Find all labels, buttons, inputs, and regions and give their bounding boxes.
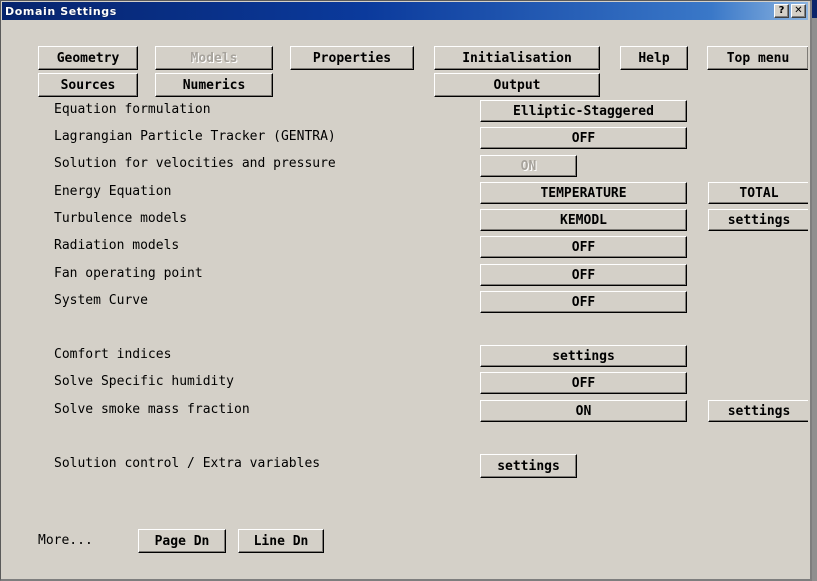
label-solve-specific-humidity: Solve Specific humidity [54, 374, 234, 389]
close-button[interactable]: ✕ [791, 4, 806, 18]
value-equation-formulation[interactable]: Elliptic-Staggered [480, 100, 687, 122]
label-lagrangian-particle-tracker: Lagrangian Particle Tracker (GENTRA) [54, 129, 336, 144]
page-down-button[interactable]: Page Dn [138, 529, 226, 553]
value-fan-operating-point[interactable]: OFF [480, 264, 687, 286]
value-system-curve[interactable]: OFF [480, 291, 687, 313]
label-comfort-indices: Comfort indices [54, 347, 171, 362]
value-solve-specific-humidity[interactable]: OFF [480, 372, 687, 394]
help-nav-button[interactable]: Help [620, 46, 688, 70]
title-bar: Domain Settings ?✕ [2, 2, 808, 20]
label-solve-smoke-mass-fraction: Solve smoke mass fraction [54, 402, 250, 417]
models-button: Models [155, 46, 273, 70]
label-radiation-models: Radiation models [54, 238, 179, 253]
label-energy-equation: Energy Equation [54, 184, 171, 199]
value-solution-for-velocities-and-pressure: ON [480, 155, 577, 177]
top-menu-button[interactable]: Top menu [707, 46, 808, 70]
solve-smoke-mass-fraction-settings-button[interactable]: settings [708, 400, 808, 422]
value-lagrangian-particle-tracker[interactable]: OFF [480, 127, 687, 149]
title-bar-button-group: ?✕ [774, 4, 808, 18]
sources-button[interactable]: Sources [38, 73, 138, 97]
window-title: Domain Settings [2, 5, 117, 18]
label-solution-control-extra-variables: Solution control / Extra variables [54, 456, 320, 471]
initialisation-button[interactable]: Initialisation [434, 46, 600, 70]
value-solve-smoke-mass-fraction[interactable]: ON [480, 400, 687, 422]
value-comfort-indices[interactable]: settings [480, 345, 687, 367]
app-root: Domain Settings ?✕ Geometry Models Propert… [0, 0, 817, 581]
label-turbulence-models: Turbulence models [54, 211, 187, 226]
properties-button[interactable]: Properties [290, 46, 414, 70]
numerics-button[interactable]: Numerics [155, 73, 273, 97]
energy-equation-total-button[interactable]: TOTAL [708, 182, 808, 204]
more-label: More... [38, 533, 93, 548]
label-system-curve: System Curve [54, 293, 148, 308]
help-button[interactable]: ? [774, 4, 789, 18]
turbulence-models-settings-button[interactable]: settings [708, 209, 808, 231]
background-window-body [812, 18, 817, 581]
value-radiation-models[interactable]: OFF [480, 236, 687, 258]
value-turbulence-models[interactable]: KEMODL [480, 209, 687, 231]
geometry-button[interactable]: Geometry [38, 46, 138, 70]
value-energy-equation[interactable]: TEMPERATURE [480, 182, 687, 204]
label-fan-operating-point: Fan operating point [54, 266, 203, 281]
label-equation-formulation: Equation formulation [54, 102, 211, 117]
background-window-sliver [812, 0, 817, 581]
value-solution-control-extra-variables[interactable]: settings [480, 454, 577, 478]
line-down-button[interactable]: Line Dn [238, 529, 324, 553]
window-client-area: Geometry Models Properties Initialisation He… [2, 20, 808, 578]
domain-settings-window: Domain Settings ?✕ Geometry Models Propert… [0, 0, 812, 581]
label-solution-for-velocities-and-pressure: Solution for velocities and pressure [54, 156, 336, 171]
output-button[interactable]: Output [434, 73, 600, 97]
